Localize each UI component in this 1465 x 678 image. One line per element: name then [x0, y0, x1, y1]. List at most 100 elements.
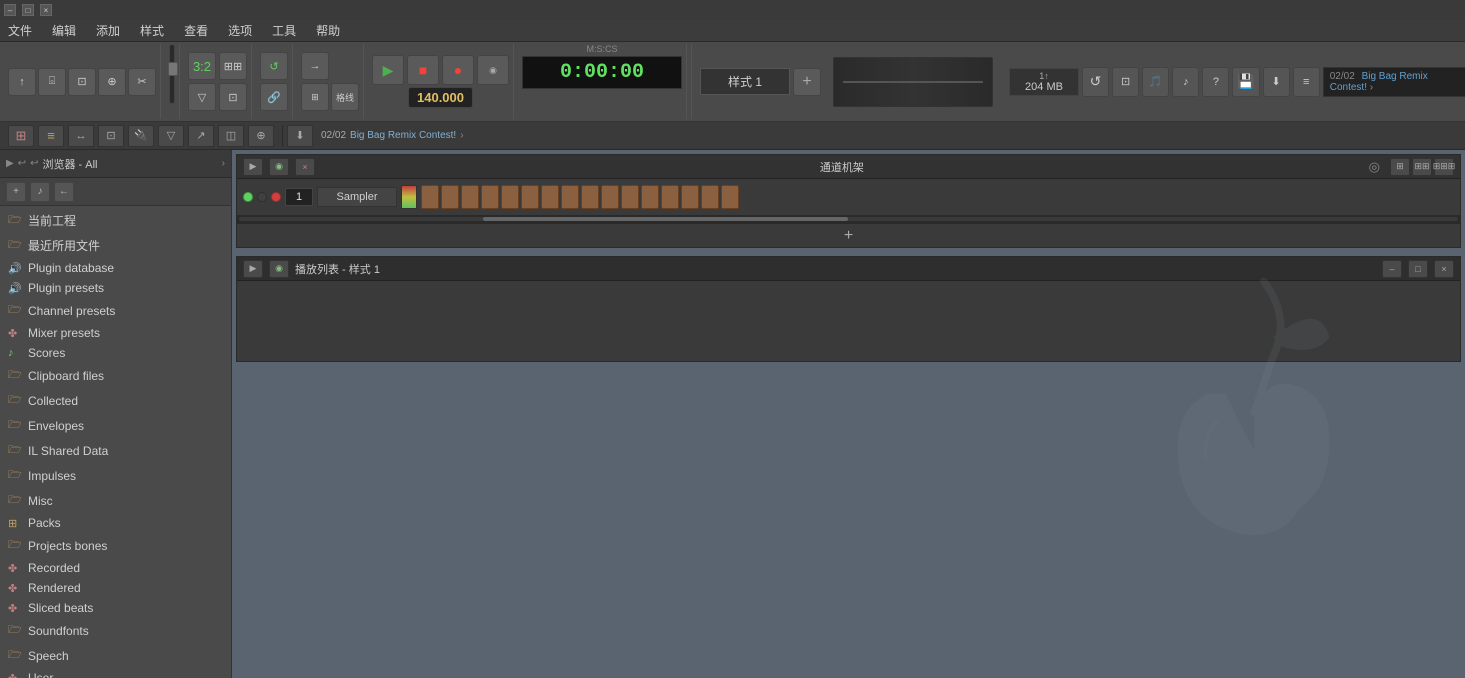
sidebar-item-misc[interactable]: 🗁 Misc	[0, 488, 231, 513]
midi-button[interactable]: ♪	[1172, 67, 1199, 97]
menu-view[interactable]: 查看	[180, 20, 212, 41]
sidebar-item-recent-files[interactable]: 🗁 最近所用文件	[0, 233, 231, 258]
sidebar-item-user[interactable]: ✤ User	[0, 668, 231, 678]
arrow-button[interactable]: →	[301, 52, 329, 80]
sidebar-item-projects-bones[interactable]: 🗁 Projects bones	[0, 533, 231, 558]
sidebar-item-sliced-beats[interactable]: ✤ Sliced beats	[0, 598, 231, 618]
notif-btn-8[interactable]: ◫	[218, 125, 244, 147]
grid-label[interactable]: 格线	[331, 83, 359, 111]
playlist-minimize-btn[interactable]: –	[1382, 260, 1402, 278]
sidebar-item-mixer-presets[interactable]: ✤ Mixer presets	[0, 323, 231, 343]
menu-edit[interactable]: 编辑	[48, 20, 80, 41]
record-mode-button[interactable]: ◉	[477, 55, 509, 85]
rack-expand-btn[interactable]: ▶	[243, 158, 263, 176]
sidebar-audio-btn[interactable]: ♪	[30, 182, 50, 202]
step-4[interactable]	[501, 185, 519, 209]
step-15[interactable]	[721, 185, 739, 209]
rack-add-channel[interactable]: +	[237, 223, 1460, 247]
sidebar-item-scores[interactable]: ♪ Scores	[0, 343, 231, 363]
playlist-mute-btn[interactable]: ◉	[269, 260, 289, 278]
step-7[interactable]	[561, 185, 579, 209]
menu-tools[interactable]: 工具	[268, 20, 300, 41]
pattern-mode-4[interactable]: ⊡	[219, 83, 247, 111]
channel-name[interactable]: Sampler	[317, 187, 397, 207]
sidebar-item-plugin-presets[interactable]: 🔊 Plugin presets	[0, 278, 231, 298]
mode-btn-1[interactable]: ⌻	[38, 68, 66, 96]
grid-button[interactable]: ⊞	[301, 83, 329, 111]
notif-btn-3[interactable]: ↔	[68, 125, 94, 147]
step-12[interactable]	[661, 185, 679, 209]
menu-options[interactable]: 选项	[224, 20, 256, 41]
sidebar-header-arrow[interactable]: ›	[222, 158, 225, 169]
menu-style[interactable]: 样式	[136, 20, 168, 41]
sidebar-item-channel-presets[interactable]: 🗁 Channel presets	[0, 298, 231, 323]
step-14[interactable]	[701, 185, 719, 209]
playlist-close-btn[interactable]: ×	[1434, 260, 1454, 278]
export-button[interactable]: ⬇	[1263, 67, 1290, 97]
rack-mute-btn[interactable]: ◉	[269, 158, 289, 176]
sidebar-item-il-shared[interactable]: 🗁 IL Shared Data	[0, 438, 231, 463]
step-5[interactable]	[521, 185, 539, 209]
notif-btn-6[interactable]: ▽	[158, 125, 184, 147]
sidebar-item-envelopes[interactable]: 🗁 Envelopes	[0, 413, 231, 438]
link-button[interactable]: 🔗	[260, 83, 288, 111]
news-link[interactable]: Big Bag Remix Contest!	[350, 130, 456, 141]
mode-btn-2[interactable]: ⊡	[68, 68, 96, 96]
step-6[interactable]	[541, 185, 559, 209]
rack-grid-btn-1[interactable]: ⊞	[1390, 158, 1410, 176]
step-0[interactable]	[421, 185, 439, 209]
sidebar-redo-icon[interactable]: ↩	[30, 158, 38, 169]
mode-btn-0[interactable]: ↑	[8, 68, 36, 96]
menu-add[interactable]: 添加	[92, 20, 124, 41]
pattern-mode-2[interactable]: ⊞⊞	[219, 52, 247, 80]
news-arrow-2[interactable]: ›	[460, 130, 463, 141]
sidebar-item-packs[interactable]: ⊞ Packs	[0, 513, 231, 533]
notif-btn-4[interactable]: ⊡	[98, 125, 124, 147]
playlist-restore-btn[interactable]: □	[1408, 260, 1428, 278]
step-1[interactable]	[441, 185, 459, 209]
notif-btn-2[interactable]: ≡	[38, 125, 64, 147]
step-9[interactable]	[601, 185, 619, 209]
rack-close-btn[interactable]: ×	[295, 158, 315, 176]
sidebar-expand-icon[interactable]: ▶	[6, 158, 14, 169]
sidebar-item-current-project[interactable]: 🗁 当前工程	[0, 208, 231, 233]
mixer-button[interactable]: ⊡	[1112, 67, 1139, 97]
loop-button[interactable]: ↺	[260, 52, 288, 80]
notif-btn-5[interactable]: 🔌	[128, 125, 154, 147]
news-arrow[interactable]: ›	[1370, 82, 1373, 93]
download-button[interactable]: ⬇	[287, 125, 313, 147]
record-button[interactable]: ●	[442, 55, 474, 85]
step-8[interactable]	[581, 185, 599, 209]
sidebar-item-soundfonts[interactable]: 🗁 Soundfonts	[0, 618, 231, 643]
channel-light-red[interactable]	[271, 192, 281, 202]
sidebar-undo-icon[interactable]: ↩	[18, 158, 26, 169]
playlist-expand-btn[interactable]: ▶	[243, 260, 263, 278]
sidebar-add-btn[interactable]: +	[6, 182, 26, 202]
rack-grid-btn-3[interactable]: ⊞⊞⊞	[1434, 158, 1454, 176]
sidebar-item-collected[interactable]: 🗁 Collected	[0, 388, 231, 413]
mode-btn-4[interactable]: ✂	[128, 68, 156, 96]
channel-light-off[interactable]	[257, 192, 267, 202]
notif-btn-1[interactable]: ⊞	[8, 125, 34, 147]
sidebar-item-recorded[interactable]: ✤ Recorded	[0, 558, 231, 578]
sidebar-item-speech[interactable]: 🗁 Speech	[0, 643, 231, 668]
notif-btn-9[interactable]: ⊕	[248, 125, 274, 147]
step-13[interactable]	[681, 185, 699, 209]
notif-btn-7[interactable]: ↗	[188, 125, 214, 147]
sidebar-item-rendered[interactable]: ✤ Rendered	[0, 578, 231, 598]
channel-light-on[interactable]	[243, 192, 253, 202]
step-11[interactable]	[641, 185, 659, 209]
soundcard-button[interactable]: 🎵	[1142, 67, 1169, 97]
rack-scrollbar[interactable]	[237, 215, 1460, 223]
pattern-mode-1[interactable]: 3:2	[188, 52, 216, 80]
step-10[interactable]	[621, 185, 639, 209]
close-button[interactable]: ×	[40, 4, 52, 16]
rack-grid-btn-2[interactable]: ⊞⊞	[1412, 158, 1432, 176]
pattern-add-button[interactable]: +	[793, 68, 821, 96]
pattern-mode-3[interactable]: ▽	[188, 83, 216, 111]
step-2[interactable]	[461, 185, 479, 209]
sidebar-back-btn[interactable]: ←	[54, 182, 74, 202]
more-button[interactable]: ≡	[1293, 67, 1320, 97]
step-3[interactable]	[481, 185, 499, 209]
menu-file[interactable]: 文件	[4, 20, 36, 41]
